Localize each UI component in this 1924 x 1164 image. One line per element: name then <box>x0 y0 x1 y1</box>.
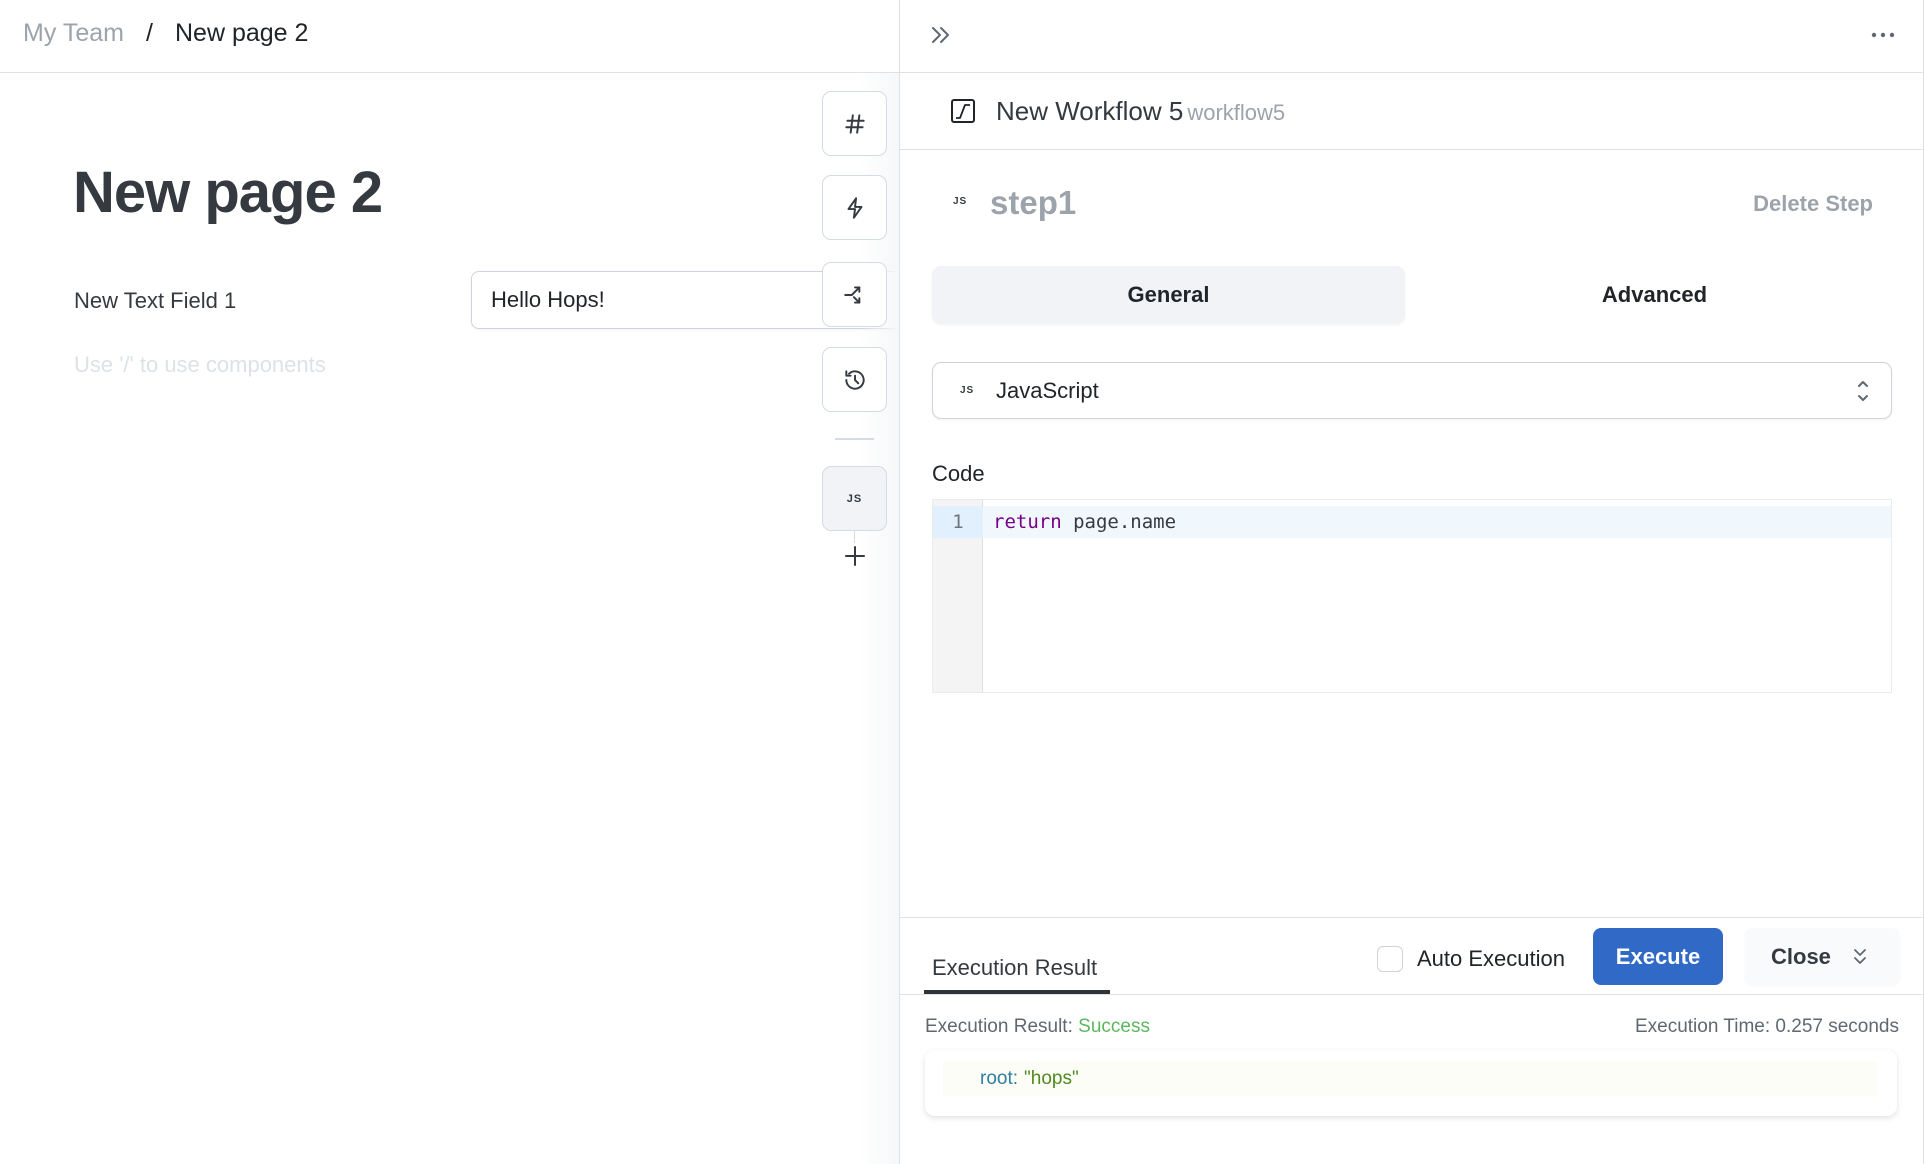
execute-button[interactable]: Execute <box>1593 928 1723 985</box>
more-options-button[interactable] <box>1865 18 1901 52</box>
workflow-icon <box>951 99 975 123</box>
js-step-button[interactable]: JS <box>822 466 887 531</box>
workflow-panel: New Workflow 5 workflow5 JS step1 Delete … <box>899 0 1924 1164</box>
active-tab-indicator <box>924 990 1110 994</box>
close-button[interactable]: Close <box>1745 928 1900 985</box>
step-tabs: General Advanced <box>932 266 1892 324</box>
history-button[interactable] <box>822 347 887 412</box>
breadcrumb-current-page: New page 2 <box>175 19 309 47</box>
js-icon: JS <box>846 492 863 505</box>
component-hint[interactable]: Use '/' to use components <box>74 351 326 379</box>
json-viewer: root: "hops" <box>943 1062 1877 1096</box>
execution-status-prefix: Execution Result: <box>925 1016 1079 1037</box>
execution-time: Execution Time: 0.257 seconds <box>1634 1016 1899 1037</box>
transform-button[interactable] <box>822 262 887 327</box>
close-button-label: Close <box>1771 943 1831 969</box>
history-icon <box>844 369 865 390</box>
json-key: root: <box>980 1068 1019 1089</box>
step-header: JS step1 Delete Step <box>900 180 1923 224</box>
code-label: Code <box>932 461 985 486</box>
breadcrumb-separator: / <box>146 19 153 47</box>
auto-execution-label: Auto Execution <box>1417 946 1565 971</box>
lightning-icon <box>847 196 862 219</box>
variables-button[interactable] <box>822 91 887 156</box>
language-select[interactable]: JS JavaScript <box>932 362 1892 419</box>
tab-execution-result[interactable]: Execution Result <box>924 918 1110 995</box>
side-toolbar: JS <box>822 0 888 600</box>
delete-step-button[interactable]: Delete Step <box>1753 190 1873 218</box>
execution-result-tab-label: Execution Result <box>932 955 1098 980</box>
workflow-title[interactable]: New Workflow 5 workflow5 <box>996 95 1285 129</box>
js-icon: JS <box>953 196 968 207</box>
breadcrumb-team-link[interactable]: My Team <box>23 17 124 49</box>
page-title[interactable]: New page 2 <box>73 158 383 228</box>
code-keyword: return <box>993 511 1062 533</box>
page-canvas: My Team / New page 2 New page 2 New Text… <box>0 0 911 1164</box>
execution-status: Execution Result: Success <box>925 1015 1150 1039</box>
language-select-value: JavaScript <box>996 378 1099 403</box>
auto-execution-checkbox[interactable] <box>1377 946 1403 972</box>
text-field-label: New Text Field 1 <box>74 288 237 313</box>
code-editor[interactable]: 1 return page.name <box>932 499 1892 693</box>
chevron-up-down-icon <box>1858 381 1868 401</box>
execution-toolbar: Execution Result Auto Execution Execute … <box>900 917 1923 995</box>
plus-icon <box>845 546 865 566</box>
tab-advanced[interactable]: Advanced <box>1418 266 1891 324</box>
execution-status-value: Success <box>1078 1016 1150 1037</box>
breadcrumb: My Team / New page 2 <box>0 0 899 73</box>
line-number: 1 <box>952 511 964 533</box>
collapse-panel-button[interactable] <box>924 18 958 52</box>
code-text: page.name <box>1061 511 1177 533</box>
tab-general[interactable]: General <box>932 266 1405 324</box>
code-line[interactable]: return page.name <box>993 506 1176 538</box>
hash-icon <box>844 113 865 134</box>
add-step-button[interactable] <box>839 540 871 572</box>
execution-output: root: "hops" <box>925 1050 1897 1116</box>
ellipsis-icon <box>1871 32 1895 38</box>
workflow-title-row: New Workflow 5 workflow5 <box>900 73 1923 150</box>
toolbar-divider <box>835 438 874 440</box>
workflow-id: workflow5 <box>1187 100 1286 125</box>
js-icon: JS <box>960 385 975 396</box>
branch-arrow-icon <box>843 285 860 304</box>
json-value: "hops" <box>1024 1068 1079 1089</box>
step-name[interactable]: step1 <box>990 184 1076 222</box>
auto-execution-toggle[interactable]: Auto Execution <box>1377 944 1565 974</box>
workflow-name: New Workflow 5 <box>996 96 1184 126</box>
double-chevron-down-icon <box>1854 948 1866 964</box>
json-root-row: root: "hops" <box>980 1067 1079 1091</box>
panel-header <box>900 0 1923 73</box>
events-button[interactable] <box>822 175 887 240</box>
double-chevron-right-icon <box>932 27 949 43</box>
